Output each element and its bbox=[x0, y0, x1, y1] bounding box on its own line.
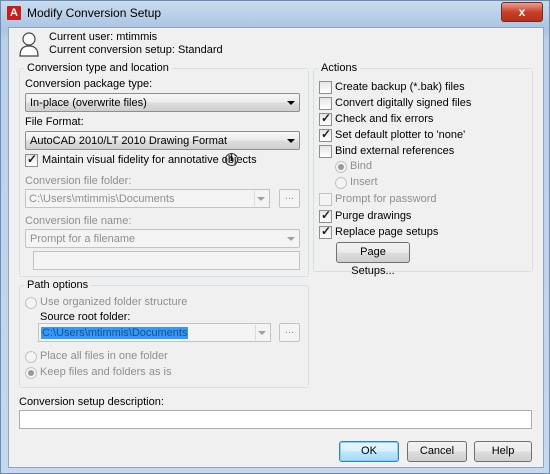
place-all-radio[interactable] bbox=[25, 351, 37, 363]
radio-selected-dot bbox=[338, 164, 344, 170]
bind-radio[interactable] bbox=[335, 161, 347, 173]
prompt-password-checkbox[interactable] bbox=[319, 193, 332, 206]
file-format-dropdown[interactable]: AutoCAD 2010/LT 2010 Drawing Format bbox=[25, 131, 300, 150]
bind-xrefs-checkbox[interactable] bbox=[319, 145, 332, 158]
keep-files-radio[interactable] bbox=[25, 367, 37, 379]
user-icon bbox=[19, 32, 39, 57]
prompt-password-label: Prompt for password bbox=[335, 193, 437, 205]
convert-signed-label: Convert digitally signed files bbox=[335, 97, 472, 109]
source-root-label: Source root folder: bbox=[40, 311, 131, 323]
insert-option-label: Insert bbox=[350, 176, 378, 188]
file-folder-label: Conversion file folder: bbox=[25, 175, 132, 187]
create-backup-label: Create backup (*.bak) files bbox=[335, 81, 465, 93]
convert-signed-checkbox[interactable] bbox=[319, 97, 332, 110]
file-format-value: AutoCAD 2010/LT 2010 Drawing Format bbox=[30, 135, 228, 147]
dialog-client-area: Current user: mtimmis Current conversion… bbox=[8, 27, 544, 468]
file-name-value: Prompt for a filename bbox=[30, 233, 136, 245]
combo-separator bbox=[254, 191, 255, 206]
radio-selected-dot bbox=[28, 370, 34, 376]
chevron-down-icon bbox=[287, 237, 295, 241]
description-label: Conversion setup description: bbox=[19, 396, 164, 408]
source-root-browse-button[interactable]: ... bbox=[279, 323, 300, 342]
set-default-plotter-label: Set default plotter to 'none' bbox=[335, 129, 466, 141]
file-format-label: File Format: bbox=[25, 116, 84, 128]
help-button[interactable]: Help bbox=[474, 441, 532, 462]
bind-option-label: Bind bbox=[350, 160, 373, 172]
bind-xrefs-label: Bind external references bbox=[335, 145, 455, 157]
package-type-value: In-place (overwrite files) bbox=[30, 97, 147, 109]
conversion-type-group-title: Conversion type and location bbox=[24, 62, 172, 74]
file-name-label: Conversion file name: bbox=[25, 215, 132, 227]
file-folder-browse-button[interactable]: ... bbox=[279, 189, 300, 208]
dialog-window: A Modify Conversion Setup x Current user… bbox=[0, 0, 550, 474]
page-setups-button[interactable]: Page Setups... bbox=[336, 242, 410, 277]
chevron-down-icon bbox=[258, 331, 266, 335]
chevron-down-icon bbox=[287, 139, 295, 143]
check-fix-errors-checkbox[interactable]: ✓ bbox=[319, 111, 332, 126]
actions-group-title: Actions bbox=[318, 62, 361, 74]
info-icon[interactable]: i bbox=[225, 153, 238, 166]
chevron-down-icon bbox=[287, 101, 295, 105]
combo-separator bbox=[255, 325, 256, 340]
replace-page-setups-checkbox[interactable]: ✓ bbox=[319, 224, 332, 239]
package-type-label: Conversion package type: bbox=[25, 78, 153, 90]
use-organized-label: Use organized folder structure bbox=[40, 296, 188, 308]
close-button[interactable]: x bbox=[501, 2, 543, 22]
description-input[interactable] bbox=[19, 410, 532, 429]
current-user-text: Current user: mtimmis bbox=[49, 31, 158, 43]
file-folder-value: C:\Users\mtimmis\Documents bbox=[29, 193, 175, 205]
use-organized-radio[interactable] bbox=[25, 297, 37, 309]
keep-files-label: Keep files and folders as is bbox=[40, 366, 172, 378]
title-bar[interactable]: A Modify Conversion Setup x bbox=[1, 1, 549, 27]
replace-page-setups-label: Replace page setups bbox=[335, 226, 439, 238]
current-setup-text: Current conversion setup: Standard bbox=[49, 44, 223, 56]
file-name-textbox[interactable] bbox=[33, 251, 300, 270]
autocad-app-icon: A bbox=[7, 6, 21, 20]
purge-drawings-label: Purge drawings bbox=[335, 210, 412, 222]
check-fix-errors-label: Check and fix errors bbox=[335, 113, 434, 125]
ok-button[interactable]: OK bbox=[339, 441, 399, 462]
create-backup-checkbox[interactable] bbox=[319, 81, 332, 94]
insert-radio[interactable] bbox=[335, 177, 347, 189]
source-root-value: C:\Users\mtimmis\Documents bbox=[41, 327, 189, 339]
window-title: Modify Conversion Setup bbox=[27, 6, 162, 20]
package-type-dropdown[interactable]: In-place (overwrite files) bbox=[25, 93, 300, 112]
cancel-button[interactable]: Cancel bbox=[407, 441, 467, 462]
path-options-group-title: Path options bbox=[24, 279, 92, 291]
purge-drawings-checkbox[interactable]: ✓ bbox=[319, 208, 332, 223]
chevron-down-icon bbox=[257, 197, 265, 201]
file-name-dropdown[interactable]: Prompt for a filename bbox=[25, 229, 300, 248]
file-folder-combo[interactable]: C:\Users\mtimmis\Documents bbox=[25, 189, 270, 208]
source-root-combo[interactable]: C:\Users\mtimmis\Documents bbox=[38, 323, 271, 342]
set-default-plotter-checkbox[interactable]: ✓ bbox=[319, 127, 332, 142]
maintain-fidelity-checkbox[interactable]: ✓ bbox=[25, 152, 38, 167]
place-all-label: Place all files in one folder bbox=[40, 350, 168, 362]
